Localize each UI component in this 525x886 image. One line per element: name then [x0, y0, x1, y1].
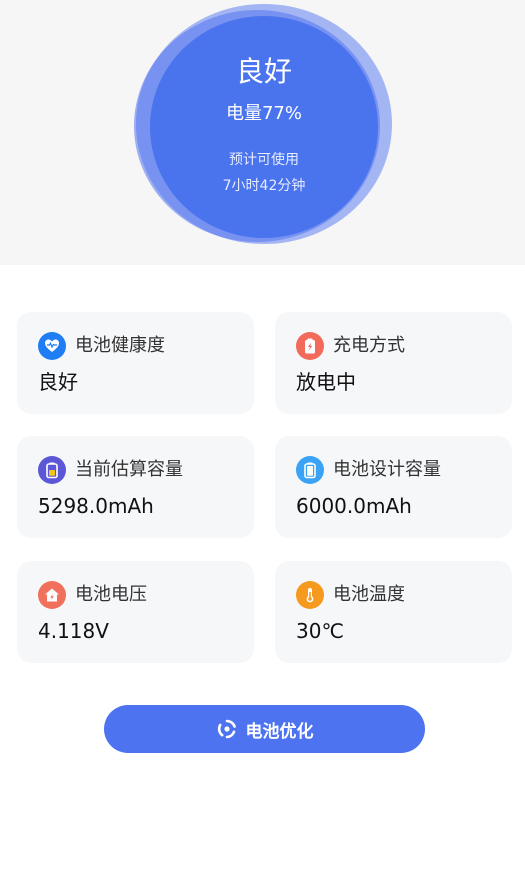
- card-value: 30℃: [296, 619, 344, 643]
- battery-summary: 良好 电量77% 预计可使用 7小时42分钟: [150, 16, 378, 238]
- card-value: 6000.0mAh: [296, 494, 412, 518]
- battery-status-text: 良好: [235, 55, 292, 88]
- card-battery-health: 电池健康度 良好: [17, 312, 254, 414]
- card-value: 良好: [38, 370, 78, 394]
- card-title: 充电方式: [333, 335, 405, 356]
- card-current-capacity: 当前估算容量 5298.0mAh: [17, 436, 254, 538]
- card-charge-mode: 充电方式 放电中: [275, 312, 512, 414]
- capacity-icon: [38, 456, 66, 484]
- card-title: 电池温度: [333, 584, 405, 605]
- voltage-icon: [38, 581, 66, 609]
- card-value: 4.118V: [38, 619, 109, 643]
- battery-level-text: 电量77%: [225, 103, 302, 124]
- health-icon: [38, 332, 66, 360]
- card-voltage: 电池电压 4.118V: [17, 561, 254, 663]
- card-value: 放电中: [296, 370, 356, 394]
- battery-optimize-button[interactable]: 电池优化: [104, 705, 425, 753]
- optimize-icon: [217, 719, 236, 739]
- charge-icon: [296, 332, 324, 360]
- card-title: 电池健康度: [75, 335, 165, 356]
- estimate-value: 7小时42分钟: [222, 178, 306, 194]
- thermometer-icon: [296, 581, 324, 609]
- battery-status-panel: 良好 电量77% 预计可使用 7小时42分钟: [0, 0, 525, 265]
- card-temperature: 电池温度 30℃: [275, 561, 512, 663]
- estimate-label: 预计可使用: [229, 152, 299, 168]
- card-design-capacity: 电池设计容量 6000.0mAh: [275, 436, 512, 538]
- card-value: 5298.0mAh: [38, 494, 154, 518]
- card-title: 当前估算容量: [75, 459, 183, 480]
- optimize-button-label: 电池优化: [245, 721, 314, 742]
- card-title: 电池设计容量: [333, 459, 441, 480]
- card-title: 电池电压: [75, 584, 147, 605]
- design-capacity-icon: [296, 456, 324, 484]
